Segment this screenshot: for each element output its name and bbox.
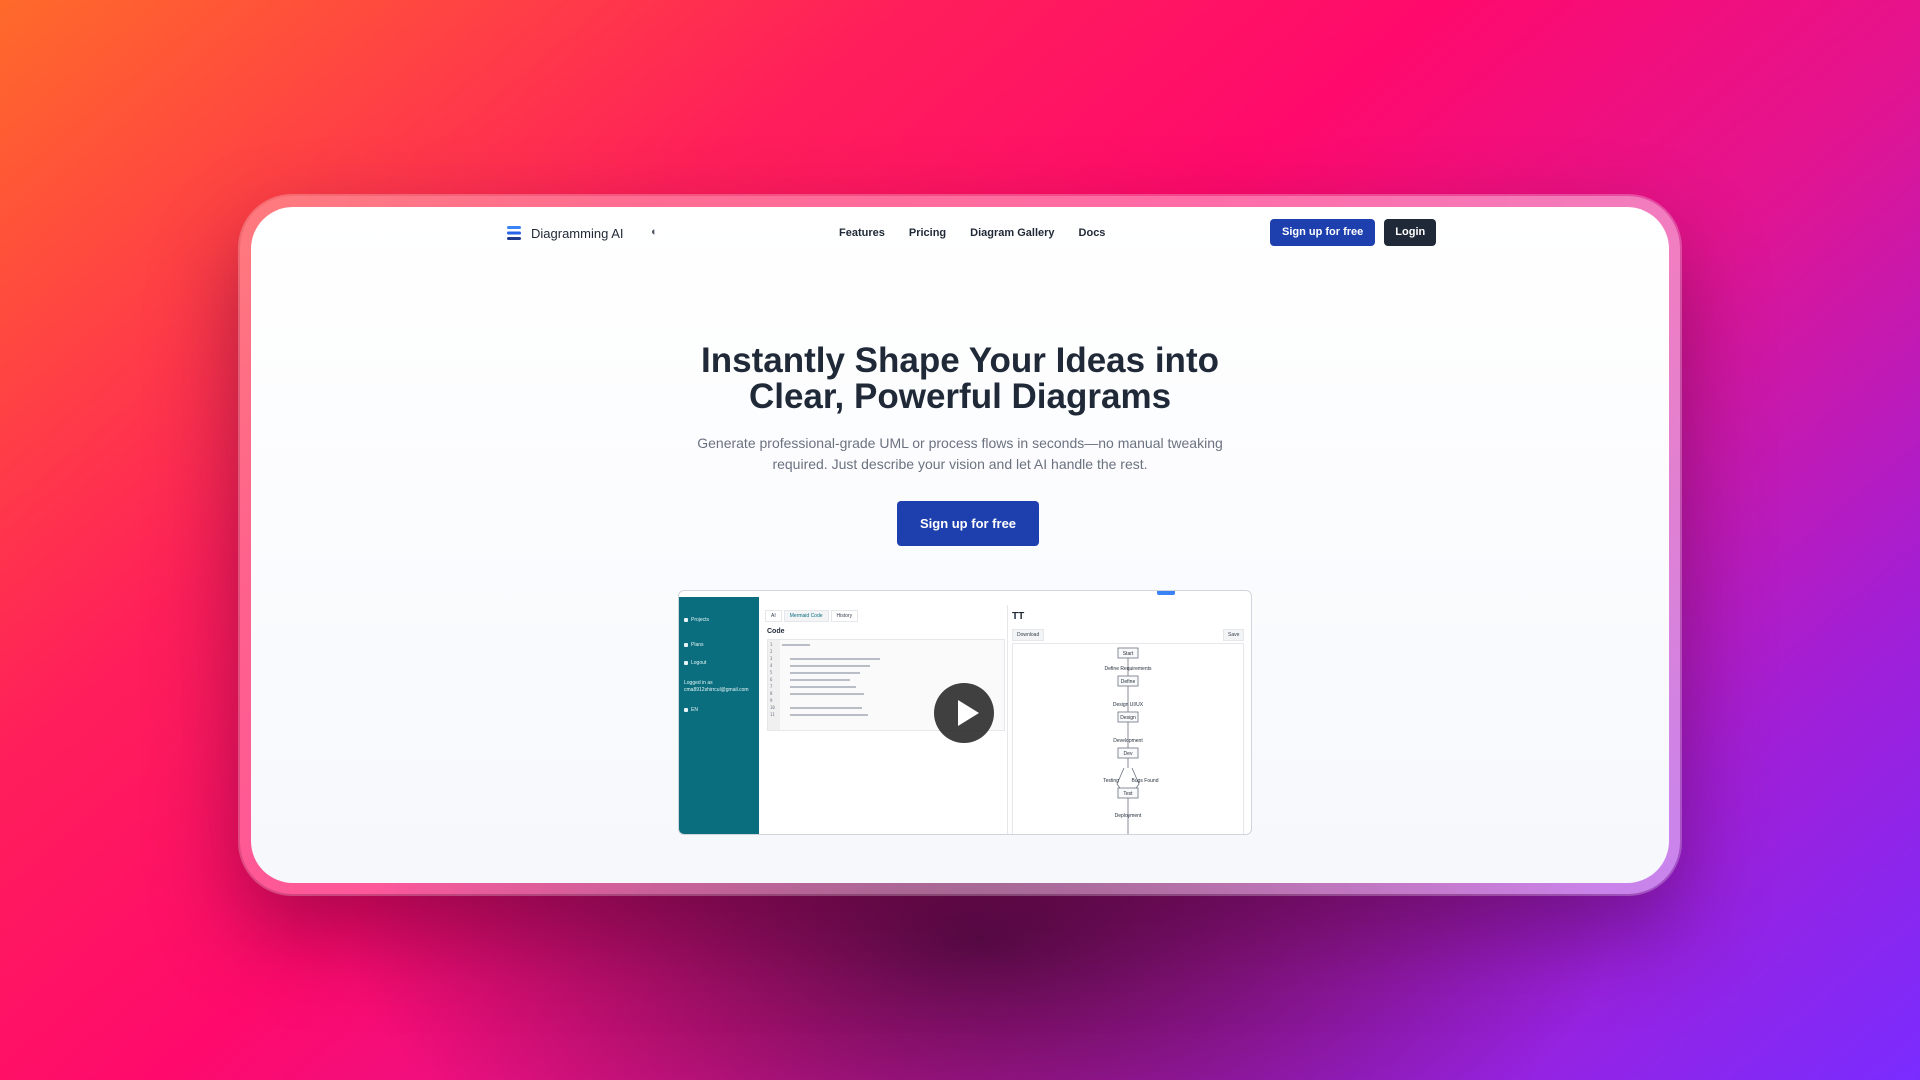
preview-diagram-title: TT	[1012, 611, 1025, 622]
nav-link-pricing[interactable]: Pricing	[909, 227, 946, 239]
preview-sidebar: Projects Plans Logout Logged in as cma89…	[679, 597, 759, 834]
hero-title: Instantly Shape Your Ideas into Clear, P…	[610, 343, 1310, 415]
flow-node-label: Start	[1123, 651, 1134, 657]
preview-sidebar-plans: Plans	[684, 642, 704, 648]
plans-icon	[684, 643, 688, 647]
preview-download-button: Download	[1012, 629, 1045, 641]
line-number: 2	[770, 649, 773, 654]
line-number: 5	[770, 670, 773, 675]
flow-edge-label: Development	[1113, 738, 1143, 744]
preview-sidebar-lang: EN	[684, 707, 698, 713]
code-line	[790, 714, 868, 716]
code-line	[790, 693, 864, 695]
preview-tab-history: History	[830, 610, 859, 622]
flow-edge-label: Testing	[1103, 778, 1119, 784]
nav-link-diagram-gallery[interactable]: Diagram Gallery	[970, 227, 1054, 239]
preview-logged-in-as: Logged in as	[684, 680, 713, 686]
flow-node-label: Dev	[1124, 751, 1133, 757]
nav-link-docs[interactable]: Docs	[1079, 227, 1106, 239]
hero-subtitle-line2: required. Just describe your vision and …	[772, 456, 1148, 472]
preview-user-email: cma8912shirrcul@gmail.com	[684, 687, 749, 693]
line-number: 4	[770, 663, 773, 668]
preview-sidebar-plans-label: Plans	[691, 642, 704, 648]
preview-tab-ai: AI	[765, 610, 782, 622]
preview-top-badge	[1157, 591, 1175, 595]
flow-edge-label: Bugs Found	[1132, 778, 1159, 784]
code-line	[790, 665, 870, 667]
preview-divider	[1007, 605, 1008, 834]
flow-node-label: Design	[1120, 715, 1136, 721]
preview-save-button: Save	[1223, 629, 1245, 641]
hero-signup-button[interactable]: Sign up for free	[897, 501, 1039, 546]
line-number: 1	[770, 642, 773, 647]
line-number: 8	[770, 691, 773, 696]
nav-actions: Sign up for free Login	[1270, 219, 1437, 246]
preview-diagram-canvas: Start Define Design Dev Test Define Requ…	[1012, 643, 1244, 834]
hero-title-line1: Instantly Shape Your Ideas into	[701, 341, 1219, 380]
play-icon[interactable]	[934, 683, 994, 743]
nav-links: Features Pricing Diagram Gallery Docs	[839, 227, 1129, 239]
preview-code-label: Code	[767, 628, 785, 635]
line-number: 11	[770, 712, 775, 717]
code-line	[790, 679, 850, 681]
app-preview-video[interactable]: Projects Plans Logout Logged in as cma89…	[678, 590, 1252, 835]
code-line	[790, 686, 856, 688]
brand-name: Diagramming AI	[531, 225, 624, 241]
preview-lang-label: EN	[691, 707, 698, 713]
line-number: 10	[770, 705, 775, 710]
preview-tabs: AI Mermaid Code History	[765, 610, 860, 622]
preview-sidebar-logout: Logout	[684, 660, 706, 666]
flow-edge-label: Design UI/UX	[1113, 702, 1144, 708]
flowchart: Start Define Design Dev Test Define Requ…	[1103, 647, 1159, 834]
line-number: 3	[770, 656, 773, 661]
hero-title-line2: Clear, Powerful Diagrams	[748, 377, 1172, 416]
hero-subtitle: Generate professional-grade UML or proce…	[660, 433, 1260, 475]
preview-sidebar-logout-label: Logout	[691, 660, 707, 666]
preview-tab-mermaid-code: Mermaid Code	[783, 610, 829, 622]
nav-link-features[interactable]: Features	[839, 227, 885, 239]
logo-icon	[507, 226, 521, 240]
preview-sidebar-projects-label: Projects	[691, 617, 710, 623]
nav-signup-button[interactable]: Sign up for free	[1270, 219, 1376, 246]
login-button[interactable]: Login	[1384, 219, 1437, 246]
theme-toggle-icon[interactable]: ◐	[651, 226, 658, 238]
flow-edge-label: Deployment	[1115, 813, 1142, 819]
flow-edge-label: Define Requirements	[1105, 666, 1152, 672]
projects-icon	[684, 618, 688, 622]
logout-icon	[684, 661, 688, 665]
flow-node-label: Define	[1121, 679, 1136, 685]
line-number: 7	[770, 684, 773, 689]
code-line	[782, 644, 810, 646]
code-line	[790, 672, 860, 674]
code-line	[790, 707, 862, 709]
browser-window: Diagramming AI ◐ Features Pricing Diagra…	[251, 207, 1669, 883]
code-line	[790, 658, 880, 660]
flow-node-label: Test	[1123, 791, 1133, 797]
line-number: 9	[770, 698, 773, 703]
globe-icon	[684, 708, 688, 712]
line-number: 6	[770, 677, 773, 682]
device-frame: Diagramming AI ◐ Features Pricing Diagra…	[240, 196, 1680, 894]
hero-subtitle-line1: Generate professional-grade UML or proce…	[697, 435, 1223, 451]
preview-sidebar-projects: Projects	[684, 617, 709, 623]
top-navbar: Diagramming AI ◐ Features Pricing Diagra…	[251, 207, 1669, 263]
brand[interactable]: Diagramming AI	[505, 224, 623, 242]
